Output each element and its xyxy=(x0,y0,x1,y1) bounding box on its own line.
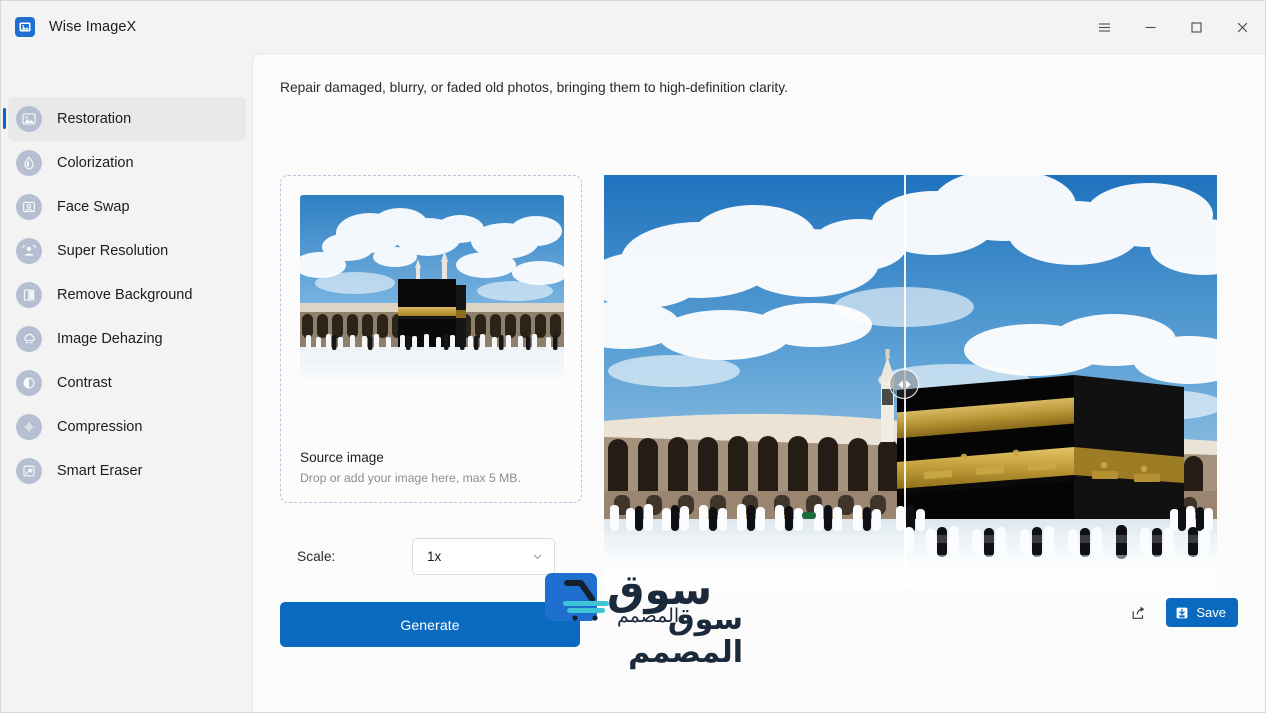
sidebar-item-label: Smart Eraser xyxy=(57,463,143,479)
sidebar-item-label: Remove Background xyxy=(57,287,193,303)
hamburger-menu-icon[interactable] xyxy=(1081,1,1127,53)
left-right-arrows-icon xyxy=(896,379,913,390)
dropzone-hint: Drop or add your image here, max 5 MB. xyxy=(300,471,521,485)
color-drop-icon xyxy=(16,150,42,176)
face-swap-icon xyxy=(16,194,42,220)
app-window: Wise ImageX Restoration Colorization Fac… xyxy=(0,0,1266,713)
chevron-down-icon xyxy=(532,551,543,562)
compression-icon xyxy=(16,414,42,440)
sidebar-item-label: Image Dehazing xyxy=(57,331,163,347)
remove-background-icon xyxy=(16,282,42,308)
picture-restore-icon xyxy=(16,106,42,132)
source-image-dropzone[interactable]: Source image Drop or add your image here… xyxy=(280,175,582,503)
window-title: Wise ImageX xyxy=(49,19,137,35)
maximize-icon[interactable] xyxy=(1173,1,1219,53)
generate-button[interactable]: Generate xyxy=(280,602,580,647)
sidebar-item-label: Compression xyxy=(57,419,143,435)
smart-eraser-icon xyxy=(16,458,42,484)
sidebar-item-smart-eraser[interactable]: Smart Eraser xyxy=(8,449,246,493)
sidebar-item-label: Super Resolution xyxy=(57,243,169,259)
dehazing-icon xyxy=(16,326,42,352)
preview-actions: Save xyxy=(1124,598,1238,627)
scale-row: Scale: 1x xyxy=(280,538,582,575)
sidebar-item-restoration[interactable]: Restoration xyxy=(3,97,246,141)
scale-select[interactable]: 1x xyxy=(412,538,555,575)
sidebar-item-label: Face Swap xyxy=(57,199,130,215)
contrast-icon xyxy=(16,370,42,396)
dropzone-title: Source image xyxy=(300,450,384,465)
save-button[interactable]: Save xyxy=(1166,598,1238,627)
window-body: Restoration Colorization Face Swap Super… xyxy=(1,53,1265,712)
title-bar: Wise ImageX xyxy=(1,1,1265,53)
sidebar-item-label: Contrast xyxy=(57,375,112,391)
source-image-thumbnail xyxy=(300,195,564,383)
sidebar-item-label: Colorization xyxy=(57,155,134,171)
sidebar-item-super-resolution[interactable]: Super Resolution xyxy=(8,229,246,273)
super-resolution-icon xyxy=(16,238,42,264)
preview-column: Save xyxy=(604,175,1238,712)
scale-select-value: 1x xyxy=(427,549,442,564)
controls-column: Source image Drop or add your image here… xyxy=(280,175,582,712)
sidebar-item-remove-background[interactable]: Remove Background xyxy=(8,273,246,317)
sidebar-item-contrast[interactable]: Contrast xyxy=(8,361,246,405)
kaaba-thumbnail-graphic xyxy=(300,195,564,383)
comparison-slider-handle[interactable] xyxy=(889,369,919,399)
sidebar-item-colorization[interactable]: Colorization xyxy=(8,141,246,185)
sidebar: Restoration Colorization Face Swap Super… xyxy=(1,53,252,712)
save-download-icon xyxy=(1175,606,1189,620)
sidebar-item-face-swap[interactable]: Face Swap xyxy=(8,185,246,229)
save-button-label: Save xyxy=(1196,605,1226,620)
image-app-icon xyxy=(15,17,35,37)
minimize-icon[interactable] xyxy=(1127,1,1173,53)
workspace: Source image Drop or add your image here… xyxy=(280,175,1238,712)
close-icon[interactable] xyxy=(1219,1,1265,53)
main-panel: Repair damaged, blurry, or faded old pho… xyxy=(252,53,1265,712)
share-icon[interactable] xyxy=(1124,599,1152,627)
sidebar-item-image-dehazing[interactable]: Image Dehazing xyxy=(8,317,246,361)
sidebar-item-compression[interactable]: Compression xyxy=(8,405,246,449)
image-comparison-preview[interactable] xyxy=(604,175,1217,590)
page-description: Repair damaged, blurry, or faded old pho… xyxy=(280,80,788,95)
scale-label: Scale: xyxy=(297,549,336,564)
sidebar-item-label: Restoration xyxy=(57,111,132,127)
